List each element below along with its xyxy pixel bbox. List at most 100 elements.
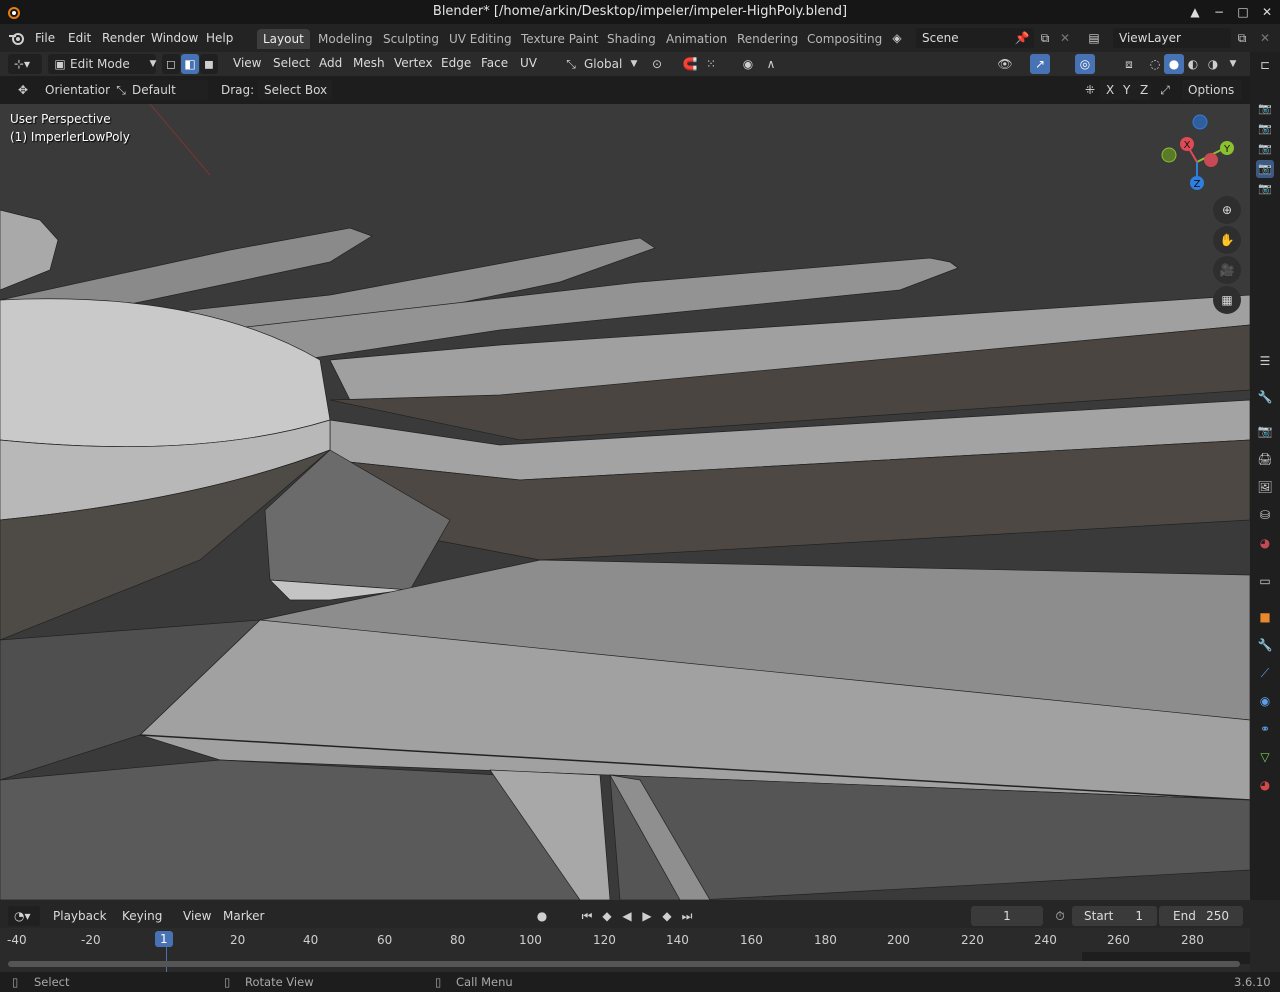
- tab-animation[interactable]: Animation: [660, 29, 733, 49]
- zoom-icon[interactable]: ⊕: [1213, 196, 1241, 224]
- menu-help[interactable]: Help: [206, 31, 233, 45]
- sidebar-toggle-icon[interactable]: ⊏: [1256, 56, 1274, 74]
- pivot-point-icon[interactable]: ⊙: [648, 55, 666, 73]
- snap-icon[interactable]: 🧲: [681, 55, 699, 73]
- record-icon[interactable]: ●: [533, 907, 551, 925]
- menu-window[interactable]: Window: [151, 31, 198, 45]
- camera-icon[interactable]: 📷: [1256, 180, 1274, 198]
- solid-shading-button[interactable]: ●: [1164, 54, 1184, 74]
- header-menu-mesh[interactable]: Mesh: [353, 56, 385, 70]
- auto-merge-icon[interactable]: ⤢: [1156, 81, 1174, 99]
- options-dropdown[interactable]: Options: [1182, 80, 1242, 100]
- tool-properties-icon[interactable]: 🔧: [1256, 388, 1274, 406]
- play-icon[interactable]: ▶: [638, 907, 656, 925]
- header-menu-edge[interactable]: Edge: [441, 56, 471, 70]
- timeline-menu-view[interactable]: View: [183, 909, 211, 923]
- minimize-button[interactable]: −: [1210, 3, 1228, 21]
- visibility-eye-icon[interactable]: 👁: [996, 55, 1014, 73]
- view-layer-name-field[interactable]: ViewLayer: [1113, 28, 1231, 48]
- mirror-x-toggle[interactable]: X: [1100, 80, 1117, 100]
- header-menu-face[interactable]: Face: [481, 56, 508, 70]
- playhead-frame[interactable]: 1: [155, 931, 173, 947]
- view-layer-properties-icon[interactable]: 🖼: [1256, 478, 1274, 496]
- timeline-menu-keying[interactable]: Keying: [122, 909, 162, 923]
- menu-render[interactable]: Render: [102, 31, 145, 45]
- perspective-toggle-icon[interactable]: ▦: [1213, 286, 1241, 314]
- physics-properties-icon[interactable]: ◉: [1256, 692, 1274, 710]
- mirror-z-toggle[interactable]: Z: [1134, 80, 1151, 100]
- current-frame-field[interactable]: 1: [971, 906, 1043, 926]
- snap-target-icon[interactable]: ⁙: [702, 55, 720, 73]
- collection-properties-icon[interactable]: ▭: [1256, 572, 1274, 590]
- keep-above-button[interactable]: ▲: [1186, 3, 1204, 21]
- header-menu-vertex[interactable]: Vertex: [394, 56, 433, 70]
- new-scene-icon[interactable]: ⧉: [1036, 29, 1054, 47]
- tab-uv-editing[interactable]: UV Editing: [443, 29, 518, 49]
- tab-texture-paint[interactable]: Texture Paint: [515, 29, 604, 49]
- close-button[interactable]: ✕: [1258, 3, 1276, 21]
- wireframe-shading-icon[interactable]: ◌: [1146, 55, 1164, 73]
- jump-end-icon[interactable]: ⏭: [678, 907, 696, 925]
- tab-layout[interactable]: Layout: [257, 29, 310, 49]
- falloff-icon[interactable]: ∧: [762, 55, 780, 73]
- world-properties-icon[interactable]: ◕: [1256, 534, 1274, 552]
- pan-hand-icon[interactable]: ✋: [1213, 226, 1241, 254]
- navigation-gizmo[interactable]: X Y Z: [1155, 110, 1245, 195]
- header-menu-view[interactable]: View: [233, 56, 261, 70]
- camera-view-icon[interactable]: 🎥: [1213, 256, 1241, 284]
- tab-shading[interactable]: Shading: [601, 29, 662, 49]
- tab-compositing[interactable]: Compositing: [801, 29, 888, 49]
- data-properties-icon[interactable]: ▽: [1256, 748, 1274, 766]
- view-layer-selector-icon[interactable]: ▤: [1085, 29, 1103, 47]
- remove-scene-icon[interactable]: ✕: [1056, 29, 1074, 47]
- camera-icon[interactable]: 📷: [1256, 100, 1274, 118]
- scene-selector-icon[interactable]: ◈: [888, 29, 906, 47]
- tab-sculpting[interactable]: Sculpting: [377, 29, 445, 49]
- drag-select[interactable]: Select Box: [258, 80, 332, 100]
- scene-properties-icon[interactable]: ⛁: [1256, 506, 1274, 524]
- new-view-layer-icon[interactable]: ⧉: [1233, 29, 1251, 47]
- end-frame-field[interactable]: End 250: [1159, 906, 1243, 926]
- constraints-properties-icon[interactable]: ⚭: [1256, 720, 1274, 738]
- next-keyframe-icon[interactable]: ◆: [658, 907, 676, 925]
- properties-header-icon[interactable]: ☰: [1256, 352, 1274, 370]
- menu-file[interactable]: File: [35, 31, 55, 45]
- menu-edit[interactable]: Edit: [68, 31, 91, 45]
- 3d-viewport[interactable]: User Perspective (1) ImperlerLowPoly X Y…: [0, 104, 1250, 900]
- camera-icon[interactable]: 📷: [1256, 140, 1274, 158]
- xray-icon[interactable]: ⧈: [1120, 55, 1138, 73]
- header-menu-uv[interactable]: UV: [520, 56, 537, 70]
- camera-icon[interactable]: 📷: [1256, 160, 1274, 178]
- modifier-properties-icon[interactable]: 🔧: [1256, 636, 1274, 654]
- shading-options-chevron-icon[interactable]: ▼: [1224, 55, 1242, 73]
- output-properties-icon[interactable]: 🖨: [1256, 450, 1274, 468]
- timeline-menu-playback[interactable]: Playback: [53, 909, 107, 923]
- gizmo-toggle-button[interactable]: ↗: [1030, 54, 1050, 74]
- edge-select-button[interactable]: ◧: [181, 54, 199, 74]
- timeline-menu-marker[interactable]: Marker: [223, 909, 264, 923]
- mirror-y-toggle[interactable]: Y: [1117, 80, 1134, 100]
- face-select-button[interactable]: ◼: [200, 54, 218, 74]
- remove-view-layer-icon[interactable]: ✕: [1256, 29, 1274, 47]
- header-menu-add[interactable]: Add: [319, 56, 342, 70]
- pin-icon[interactable]: 📌: [1013, 29, 1031, 47]
- maximize-button[interactable]: □: [1234, 3, 1252, 21]
- tab-modeling[interactable]: Modeling: [312, 29, 379, 49]
- timeline-scrollbar[interactable]: [8, 961, 1240, 967]
- prev-keyframe-icon[interactable]: ◆: [598, 907, 616, 925]
- blender-menu-icon[interactable]: [8, 30, 26, 46]
- timeline-ruler[interactable]: [0, 928, 1250, 972]
- particles-properties-icon[interactable]: ⟋: [1256, 664, 1274, 682]
- start-frame-field[interactable]: Start 1: [1072, 906, 1157, 926]
- camera-icon[interactable]: 📷: [1256, 120, 1274, 138]
- rendered-shading-icon[interactable]: ◑: [1204, 55, 1222, 73]
- overlay-toggle-button[interactable]: ◎: [1075, 54, 1095, 74]
- vertex-select-button[interactable]: ◻: [162, 54, 180, 74]
- object-properties-icon[interactable]: ■: [1256, 608, 1274, 626]
- play-reverse-icon[interactable]: ◀: [618, 907, 636, 925]
- material-shading-icon[interactable]: ◐: [1184, 55, 1202, 73]
- tab-rendering[interactable]: Rendering: [731, 29, 804, 49]
- header-menu-select[interactable]: Select: [273, 56, 310, 70]
- render-properties-icon[interactable]: 📷: [1256, 422, 1274, 440]
- proportional-editing-icon[interactable]: ◉: [739, 55, 757, 73]
